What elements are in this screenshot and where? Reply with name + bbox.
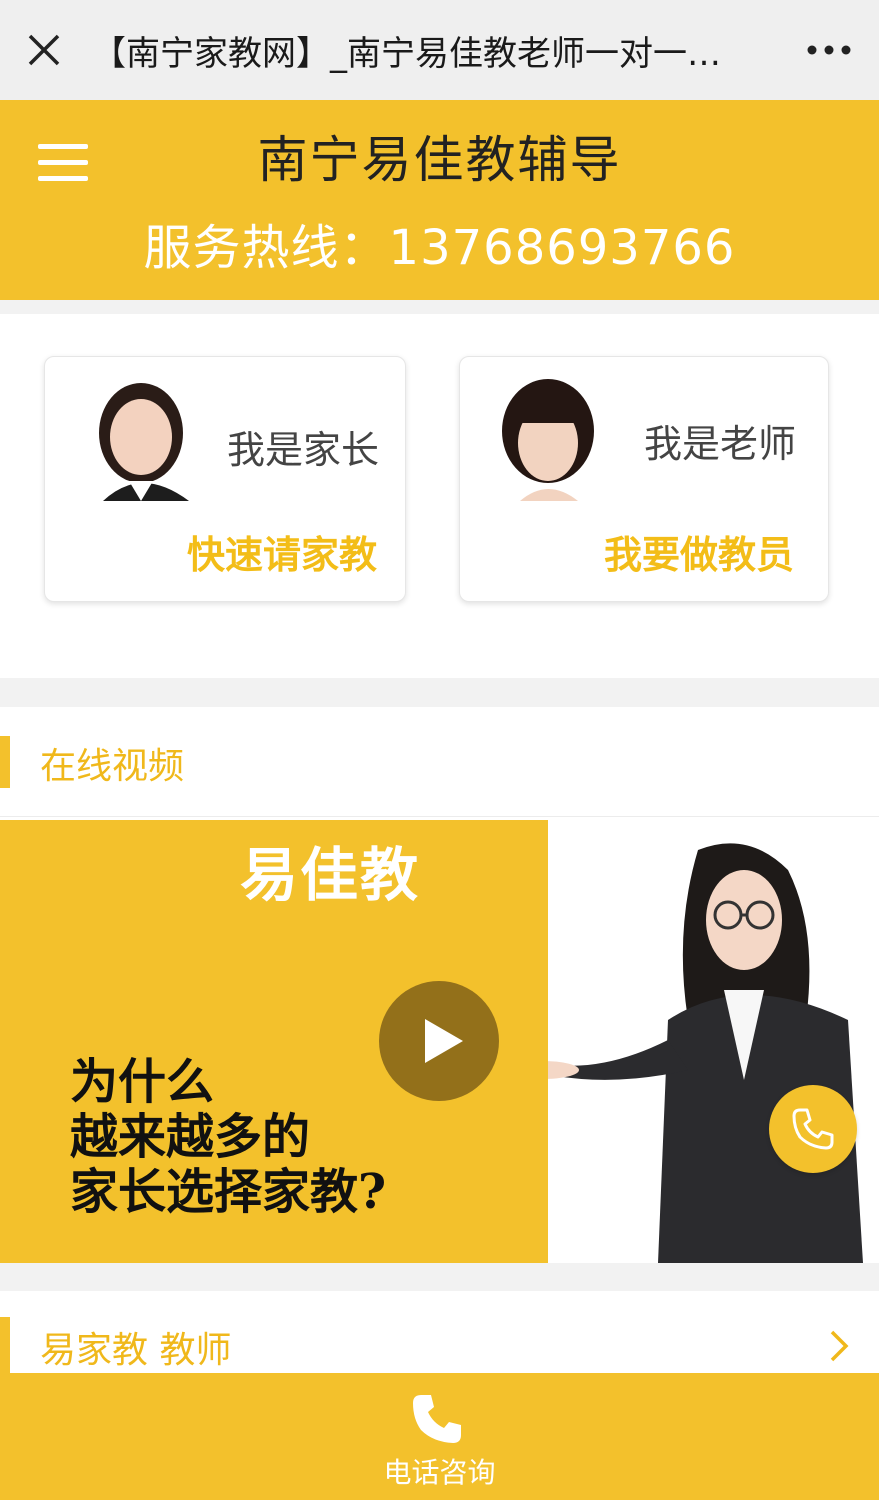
video-section-header: 在线视频 — [0, 707, 879, 817]
video-question-text: 为什么 越来越多的 家长选择家教? — [70, 1055, 386, 1220]
bottom-call-bar[interactable]: 电话咨询 — [0, 1373, 879, 1500]
find-tutor-link[interactable]: 快速请家教 — [187, 524, 377, 579]
question-line: 为什么 — [70, 1054, 215, 1110]
become-tutor-link[interactable]: 我要做教员 — [604, 524, 794, 579]
page-title: 【南宁家教网】_南宁易佳教老师一对一… — [92, 33, 721, 74]
video-player[interactable]: 易佳教 为什么 越来越多的 家长选择家教? — [0, 820, 879, 1263]
video-section: 在线视频 易佳教 为什么 越来越多的 家长选择家教? — [0, 707, 879, 1263]
phone-icon — [413, 1395, 461, 1443]
more-dots-icon — [807, 45, 851, 55]
video-play-button[interactable] — [379, 981, 499, 1101]
browser-title-bar: 【南宁家教网】_南宁易佳教老师一对一… — [0, 0, 879, 100]
section-accent-bar — [0, 1317, 10, 1377]
question-line: 家长选择家教? — [70, 1164, 387, 1220]
site-title: 南宁易佳教辅导 — [257, 131, 622, 189]
parent-label: 我是家长 — [226, 428, 379, 472]
question-line: 越来越多的 — [70, 1109, 311, 1165]
chevron-right-icon[interactable] — [829, 1329, 849, 1363]
site-header: 南宁易佳教辅导 服务热线：13768693766 — [0, 100, 879, 300]
section-accent-bar — [0, 736, 10, 788]
teacher-card[interactable]: 我是老师 我要做教员 — [459, 356, 829, 602]
video-brand-text: 易佳教 — [240, 841, 421, 909]
role-selection: 我是家长 快速请家教 我是老师 我要做教员 — [0, 314, 879, 678]
teacher-section[interactable]: 易家教 教师 — [0, 1291, 879, 1381]
close-button[interactable] — [0, 0, 88, 100]
parent-avatar — [85, 373, 205, 501]
video-thumbnail-right — [507, 820, 879, 1263]
teacher-section-title: 易家教 教师 — [40, 1330, 232, 1371]
video-section-title: 在线视频 — [40, 746, 185, 787]
phone-icon — [792, 1108, 834, 1150]
close-icon — [28, 34, 60, 66]
floating-call-button[interactable] — [769, 1085, 857, 1173]
more-options-button[interactable] — [779, 0, 879, 100]
parent-card[interactable]: 我是家长 快速请家教 — [44, 356, 406, 602]
play-icon — [425, 1019, 463, 1063]
hotline-text[interactable]: 服务热线：13768693766 — [0, 208, 879, 278]
call-consult-label: 电话咨询 — [383, 1456, 496, 1489]
presenter-image — [507, 843, 863, 1263]
teacher-label: 我是老师 — [643, 422, 796, 466]
teacher-avatar — [490, 373, 610, 501]
